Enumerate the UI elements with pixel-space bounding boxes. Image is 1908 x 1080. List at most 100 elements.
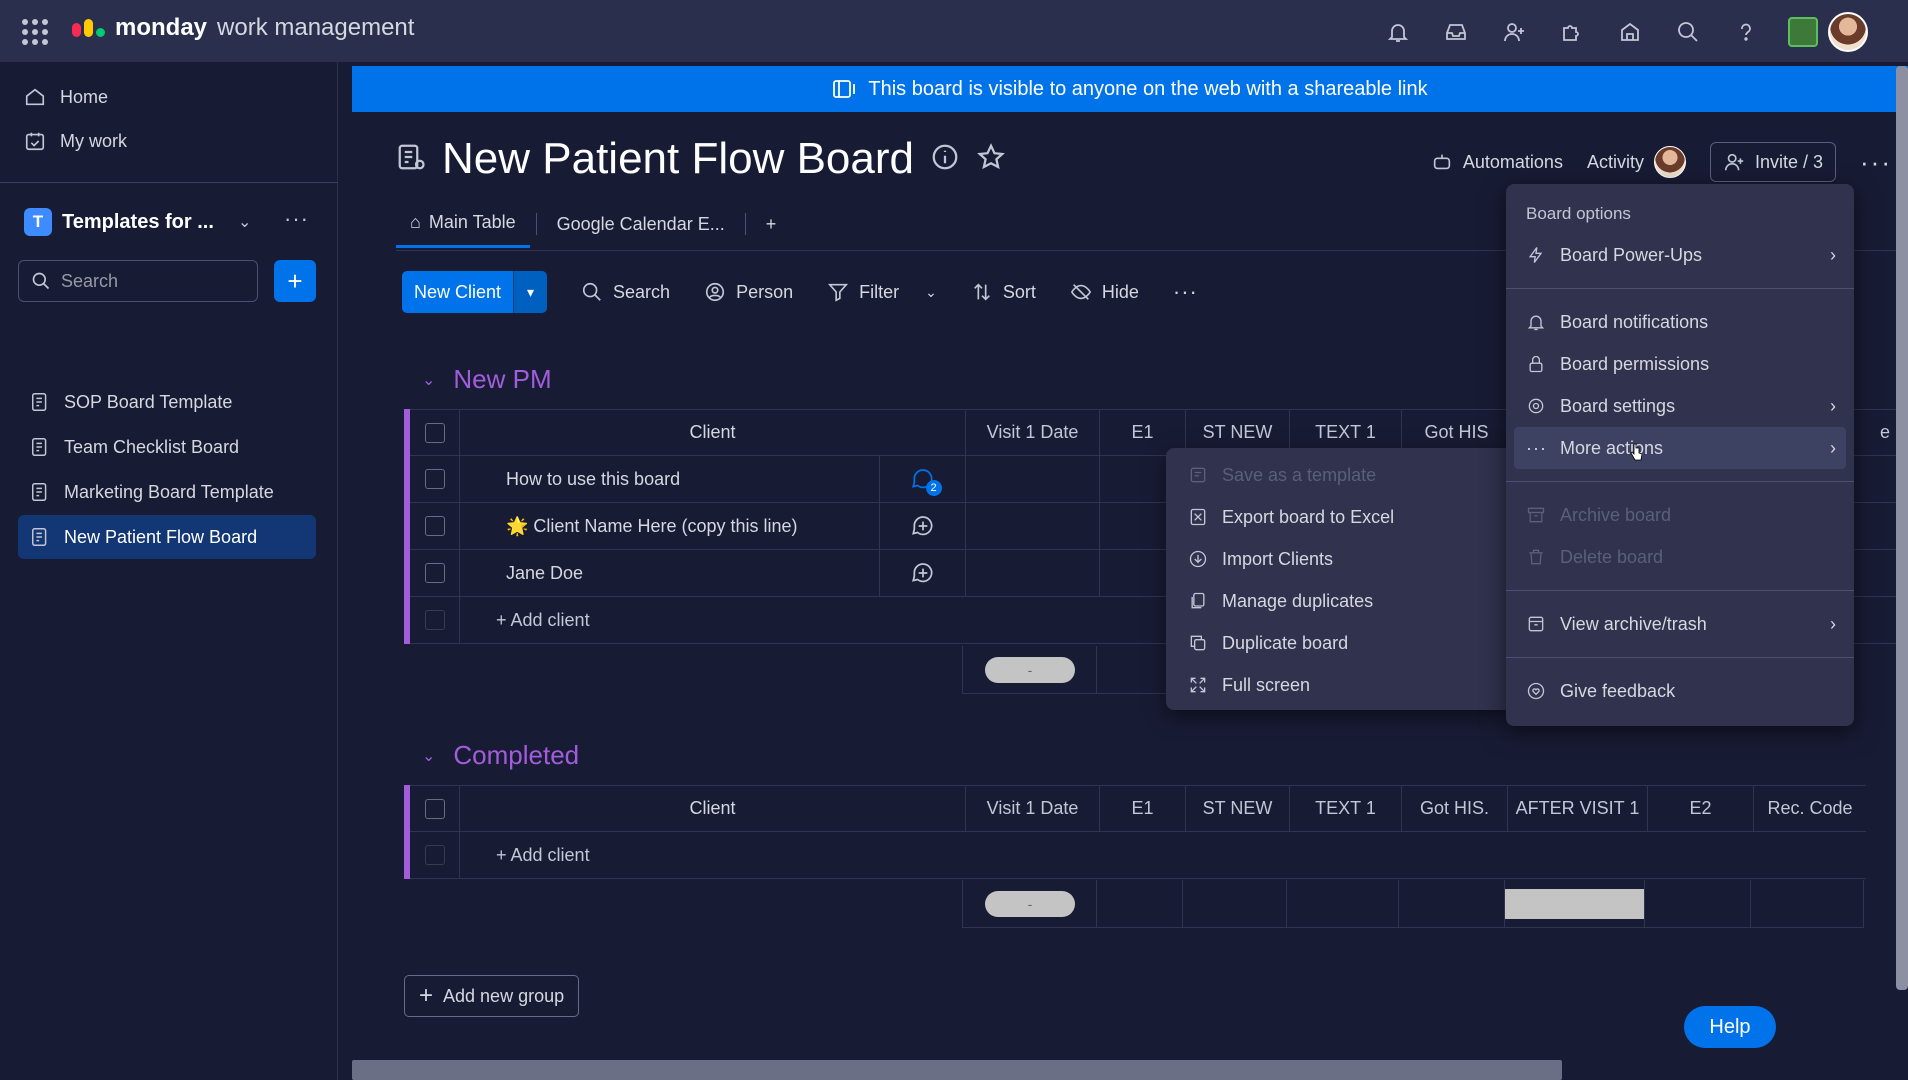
banner-text: This board is visible to anyone on the w… (868, 77, 1428, 100)
chevron-right-icon: › (1830, 613, 1836, 634)
add-item-input[interactable]: + Add client (460, 832, 1860, 878)
apps-grid-icon[interactable] (22, 19, 48, 45)
account-logo[interactable] (1788, 17, 1818, 47)
new-client-button[interactable]: New Client ▾ (402, 271, 548, 313)
sidebar-board-marketing[interactable]: Marketing Board Template (18, 470, 316, 514)
column-header-client[interactable]: Client (460, 410, 966, 455)
add-item-row[interactable]: + Add client (410, 832, 1866, 879)
column-header-e2[interactable]: E2 (1648, 786, 1754, 831)
select-all-checkbox[interactable] (410, 410, 460, 455)
vertical-scrollbar[interactable] (1896, 66, 1908, 990)
person-filter-button[interactable]: Person (704, 281, 793, 303)
item-updates-button[interactable] (880, 503, 966, 549)
group-title[interactable]: Completed (453, 740, 579, 771)
activity-button[interactable]: Activity (1587, 146, 1686, 178)
sidebar-my-work[interactable]: My work (24, 130, 127, 152)
group-summary-row: - (962, 646, 1184, 694)
workspace-selector[interactable]: T Templates for ... (24, 208, 214, 236)
chevron-down-icon[interactable]: ▾ (513, 271, 548, 313)
visit-1-date-cell[interactable] (966, 503, 1100, 549)
item-name[interactable]: Jane Doe (460, 550, 880, 596)
export-to-excel-item[interactable]: Export board to Excel (1166, 496, 1506, 538)
view-archive-trash-item[interactable]: View archive/trash › (1506, 603, 1854, 645)
column-header-visit-1-date[interactable]: Visit 1 Date (966, 410, 1100, 455)
group-header-completed[interactable]: ⌄ Completed (422, 740, 579, 771)
chevron-down-icon[interactable]: ⌄ (422, 370, 435, 390)
sidebar-board-sop[interactable]: SOP Board Template (18, 380, 316, 424)
board-power-ups-item[interactable]: Board Power-Ups › (1506, 234, 1854, 276)
visit-1-date-cell[interactable] (966, 456, 1100, 502)
sort-button[interactable]: Sort (971, 281, 1036, 303)
column-header-text-1[interactable]: TEXT 1 (1290, 786, 1402, 831)
tab-google-calendar[interactable]: Google Calendar E... (543, 202, 739, 247)
tab-main-table[interactable]: ⌂ Main Table (396, 200, 530, 248)
tab-separator (744, 213, 746, 235)
hide-label: Hide (1101, 281, 1139, 302)
help-button[interactable]: Help (1684, 1006, 1776, 1048)
full-screen-item[interactable]: Full screen (1166, 664, 1506, 706)
notifications-bell-icon[interactable] (1382, 16, 1414, 48)
chevron-down-icon[interactable]: ⌄ (238, 212, 251, 232)
user-avatar[interactable] (1828, 12, 1868, 52)
search-icon[interactable] (1672, 16, 1704, 48)
select-all-checkbox[interactable] (410, 786, 460, 831)
sidebar-board-new-patient-flow[interactable]: New Patient Flow Board (18, 515, 316, 559)
add-new-group-button[interactable]: + Add new group (404, 975, 580, 1017)
column-header-visit-1-date[interactable]: Visit 1 Date (966, 786, 1100, 831)
give-feedback-item[interactable]: Give feedback (1506, 670, 1854, 712)
board-permissions-item[interactable]: Board permissions (1506, 343, 1854, 385)
visit-1-date-cell[interactable] (966, 550, 1100, 596)
board-title[interactable]: New Patient Flow Board (442, 134, 914, 184)
monday-logo-icon (72, 19, 105, 37)
row-checkbox[interactable] (410, 456, 460, 502)
toolbar-more-icon[interactable]: ··· (1173, 279, 1198, 305)
add-row-checkbox (410, 597, 460, 643)
import-clients-item[interactable]: Import Clients (1166, 538, 1506, 580)
sidebar-board-team-checklist[interactable]: Team Checklist Board (18, 425, 316, 469)
new-client-label[interactable]: New Client (402, 271, 514, 313)
person-label: Person (736, 281, 794, 302)
row-checkbox[interactable] (410, 503, 460, 549)
column-header-got-his[interactable]: Got HIS. (1402, 786, 1508, 831)
favorite-star-icon[interactable] (976, 142, 1006, 177)
filter-button[interactable]: Filter ⌄ (827, 281, 937, 303)
group-title[interactable]: New PM (453, 364, 551, 395)
duplicate-board-item[interactable]: Duplicate board (1166, 622, 1506, 664)
row-checkbox[interactable] (410, 550, 460, 596)
integrations-puzzle-icon[interactable] (1556, 16, 1588, 48)
add-view-button[interactable]: + (752, 202, 791, 247)
add-item-button[interactable]: + (274, 260, 316, 302)
item-updates-button[interactable] (880, 550, 966, 596)
more-actions-item[interactable]: ··· More actions › (1514, 427, 1846, 469)
board-notifications-item[interactable]: Board notifications (1506, 301, 1854, 343)
column-header-after-visit-1[interactable]: AFTER VISIT 1 (1508, 786, 1648, 831)
marketplace-icon[interactable] (1614, 16, 1646, 48)
help-question-icon[interactable] (1730, 16, 1762, 48)
sidebar-home[interactable]: Home (24, 86, 108, 108)
group-header-new-pm[interactable]: ⌄ New PM (422, 364, 552, 395)
manage-duplicates-item[interactable]: Manage duplicates (1166, 580, 1506, 622)
search-button[interactable]: Search (581, 281, 670, 303)
item-name[interactable]: How to use this board (460, 456, 880, 502)
column-header-st-new[interactable]: ST NEW (1186, 786, 1290, 831)
board-options-more-icon[interactable]: ··· (1860, 147, 1892, 178)
column-header-e1[interactable]: E1 (1100, 786, 1186, 831)
column-header-client[interactable]: Client (460, 786, 966, 831)
info-icon[interactable] (930, 142, 960, 177)
sidebar-search-input[interactable]: Search (18, 260, 258, 302)
hide-button[interactable]: Hide (1070, 281, 1139, 303)
automations-button[interactable]: Automations (1431, 151, 1563, 173)
chevron-down-icon[interactable]: ⌄ (925, 284, 937, 301)
column-header-rec-code[interactable]: Rec. Code (1754, 786, 1866, 831)
app-logo[interactable]: monday work management (72, 14, 414, 42)
board-settings-item[interactable]: Board settings › (1506, 385, 1854, 427)
invite-members-icon[interactable] (1498, 16, 1530, 48)
chevron-down-icon[interactable]: ⌄ (422, 746, 435, 766)
invite-button[interactable]: Invite / 3 (1709, 142, 1837, 182)
item-updates-button[interactable]: 2 (880, 456, 966, 502)
inbox-icon[interactable] (1440, 16, 1472, 48)
horizontal-scrollbar[interactable] (352, 1060, 1562, 1080)
workspace-more-icon[interactable]: ··· (284, 206, 309, 232)
menu-divider (1506, 657, 1854, 658)
item-name[interactable]: 🌟 Client Name Here (copy this line) (460, 503, 880, 549)
